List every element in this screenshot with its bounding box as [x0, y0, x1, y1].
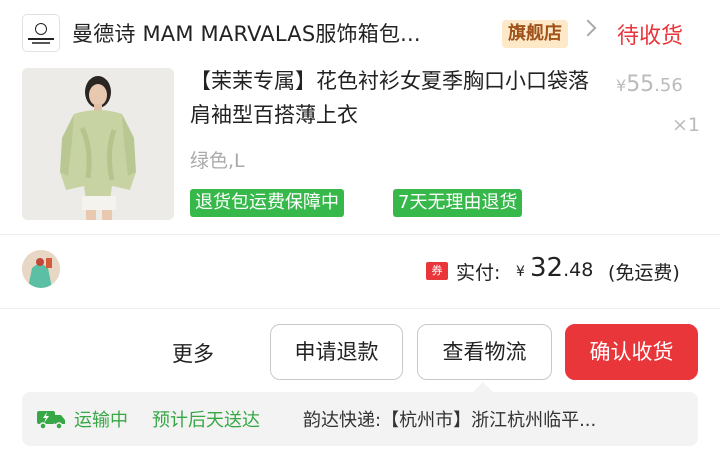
paid-currency: ¥	[516, 264, 525, 280]
flagship-badge: 旗舰店	[502, 20, 568, 48]
refund-button[interactable]: 申请退款	[270, 324, 403, 380]
divider	[0, 234, 720, 235]
paid-amount-decimal: .48	[563, 259, 594, 281]
coupon-icon: 券	[426, 262, 448, 280]
price-decimal: .56	[654, 75, 683, 96]
product-photo-illustration	[22, 68, 174, 220]
avatar[interactable]	[22, 250, 60, 288]
truck-icon	[36, 406, 66, 432]
free-return-shipping-tag: 退货包运费保障中	[190, 189, 344, 217]
view-logistics-button[interactable]: 查看物流	[417, 324, 552, 380]
logo-wordmark	[28, 37, 54, 40]
product-title[interactable]: 【茉茉专属】花色衬衫女夏季胸口小口袋落肩袖型百搭薄上衣	[190, 64, 590, 132]
product-image[interactable]	[22, 68, 174, 220]
avatar-illustration	[22, 250, 60, 288]
more-button[interactable]: 更多	[172, 338, 214, 368]
paid-label: 实付:	[456, 262, 501, 284]
logistics-status: 运输中	[74, 410, 128, 431]
logistics-detail: 韵达快递:【杭州市】浙江杭州临平...	[303, 410, 597, 431]
shop-logo[interactable]	[22, 14, 60, 52]
order-status: 待收货	[617, 24, 684, 49]
paid-amount: 32.48	[530, 253, 593, 283]
seven-day-return-tag: 7天无理由退货	[393, 189, 523, 217]
logistics-eta: 预计后天送达	[152, 410, 260, 431]
logo-subtext	[32, 41, 50, 44]
price-integer: 55	[626, 72, 655, 97]
shop-name[interactable]: 曼德诗 MAM MARVALAS服饰箱包...	[72, 18, 421, 48]
divider	[0, 308, 720, 309]
confirm-receipt-button[interactable]: 确认收货	[565, 324, 698, 380]
chevron-right-icon[interactable]	[579, 19, 597, 37]
paid-amount-integer: 32	[530, 253, 564, 283]
logo-emblem-icon	[35, 22, 47, 35]
price-currency: ¥	[616, 76, 627, 95]
product-quantity: ×1	[672, 114, 701, 136]
product-price: ¥55.56	[616, 72, 683, 97]
product-variant: 绿色,L	[190, 150, 245, 172]
shipping-note: (免运费)	[608, 262, 680, 284]
